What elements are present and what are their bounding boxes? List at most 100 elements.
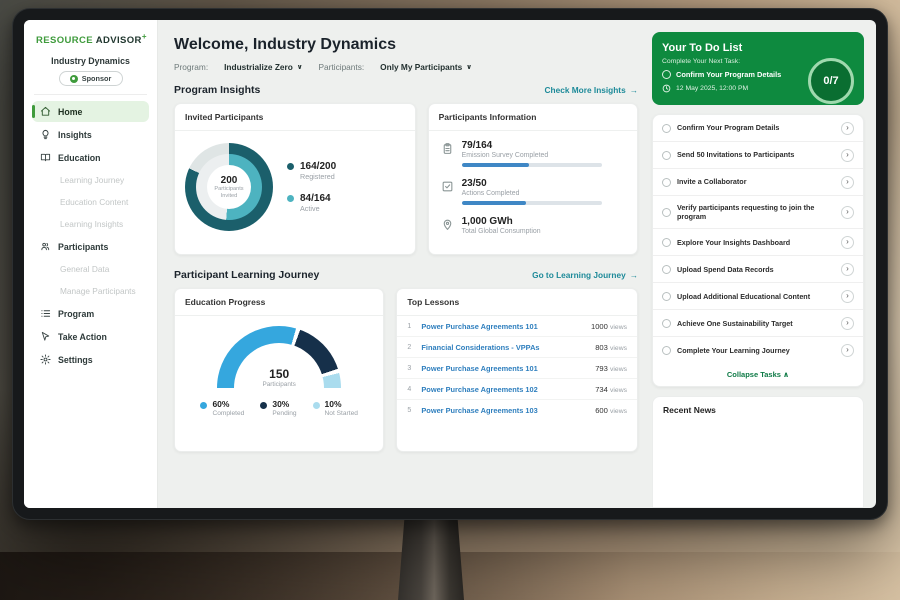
task-checkbox[interactable] <box>662 208 671 217</box>
lesson-title-link[interactable]: Power Purchase Agreements 101 <box>421 322 584 331</box>
section-title: Participant Learning Journey <box>174 269 319 281</box>
task-label: Upload Additional Educational Content <box>677 292 835 302</box>
gear-icon <box>40 354 51 365</box>
checkbox-circle-icon[interactable] <box>662 70 671 79</box>
sidebar-item-learning-insights[interactable]: Learning Insights <box>32 214 149 234</box>
actions-icon <box>441 180 454 193</box>
task-row[interactable]: Upload Additional Educational Content › <box>653 283 863 310</box>
task-label: Complete Your Learning Journey <box>677 346 835 356</box>
task-label: Upload Spend Data Records <box>677 265 835 275</box>
chevron-right-icon[interactable]: › <box>841 344 854 357</box>
sponsor-label: Sponsor <box>82 74 112 83</box>
legend-label: Pending <box>272 410 296 417</box>
legend-value: 84/164 <box>300 193 331 204</box>
legend-label: Completed <box>212 410 244 417</box>
lesson-row[interactable]: 3 Power Purchase Agreements 101 793 view… <box>397 358 637 379</box>
program-select[interactable]: Industrialize Zero ∨ <box>224 62 302 72</box>
lesson-row[interactable]: 5 Power Purchase Agreements 103 600 view… <box>397 400 637 420</box>
task-checkbox[interactable] <box>662 319 671 328</box>
task-row[interactable]: Achieve One Sustainability Target › <box>653 310 863 337</box>
task-row[interactable]: Explore Your Insights Dashboard › <box>653 229 863 256</box>
sidebar-item-settings[interactable]: Settings <box>32 349 149 370</box>
chevron-right-icon[interactable]: › <box>841 176 854 189</box>
todo-next-task-label: Confirm Your Program Details <box>676 70 781 79</box>
sidebar-item-education[interactable]: Education <box>32 147 149 168</box>
participants-filter-label: Participants: <box>319 62 365 72</box>
sidebar-item-home[interactable]: Home <box>32 101 149 122</box>
top-lessons-card: Top Lessons 1 Power Purchase Agreements … <box>396 288 638 452</box>
chevron-right-icon[interactable]: › <box>841 122 854 135</box>
sidebar: RESOURCE ADVISOR+ Industry Dynamics Spon… <box>24 20 158 508</box>
task-row[interactable]: Upload Spend Data Records › <box>653 256 863 283</box>
lesson-title-link[interactable]: Financial Considerations - VPPAs <box>421 343 588 352</box>
sidebar-item-learning-journey[interactable]: Learning Journey <box>32 170 149 190</box>
education-gauge-chart: 150 Participants <box>217 326 341 388</box>
legend-dot <box>287 163 294 170</box>
sidebar-item-education-content[interactable]: Education Content <box>32 192 149 212</box>
sidebar-item-label: Participants <box>58 242 108 252</box>
sidebar-item-label: General Data <box>60 264 109 274</box>
todo-column: Your To Do List Complete Your Next Task:… <box>652 32 864 508</box>
sponsor-badge[interactable]: Sponsor <box>59 71 123 86</box>
stat-actions-completed: 23/50 Actions Completed <box>441 178 625 205</box>
org-name: Industry Dynamics <box>32 56 149 66</box>
task-checkbox[interactable] <box>662 151 671 160</box>
invited-card-body: 200 Participants Invited 164/200 <box>175 131 415 243</box>
lesson-row[interactable]: 1 Power Purchase Agreements 101 1000 vie… <box>397 316 637 337</box>
chevron-right-icon[interactable]: › <box>841 290 854 303</box>
legend-value: 60% <box>212 400 244 410</box>
link-label: Go to Learning Journey <box>532 270 626 280</box>
lesson-title-link[interactable]: Power Purchase Agreements 102 <box>421 385 588 394</box>
todo-summary-card: Your To Do List Complete Your Next Task:… <box>652 32 864 105</box>
lesson-title-link[interactable]: Power Purchase Agreements 101 <box>421 364 588 373</box>
sidebar-item-general-data[interactable]: General Data <box>32 259 149 279</box>
task-row[interactable]: Confirm Your Program Details › <box>653 115 863 142</box>
sidebar-item-program[interactable]: Program <box>32 303 149 324</box>
lesson-row[interactable]: 2 Financial Considerations - VPPAs 803 v… <box>397 337 637 358</box>
chevron-right-icon[interactable]: › <box>841 263 854 276</box>
chevron-right-icon[interactable]: › <box>841 206 854 219</box>
card-title: Participants Information <box>429 104 637 131</box>
go-to-learning-journey-link[interactable]: Go to Learning Journey → <box>532 270 638 280</box>
task-label: Invite a Collaborator <box>677 177 835 187</box>
card-title: Top Lessons <box>397 289 637 316</box>
participants-information-card: Participants Information 79/164 Emission… <box>428 103 638 255</box>
todo-next-task[interactable]: Confirm Your Program Details <box>662 70 802 79</box>
chevron-right-icon[interactable]: › <box>841 317 854 330</box>
sidebar-item-take-action[interactable]: Take Action <box>32 326 149 347</box>
lesson-title-link[interactable]: Power Purchase Agreements 103 <box>421 406 588 415</box>
task-checkbox[interactable] <box>662 265 671 274</box>
sidebar-item-manage-participants[interactable]: Manage Participants <box>32 281 149 301</box>
learning-card-row: Education Progress 150 Participants <box>174 288 638 452</box>
views-suffix: views <box>610 345 627 352</box>
sidebar-item-participants[interactable]: Participants <box>32 236 149 257</box>
collapse-tasks-link[interactable]: Collapse Tasks ∧ <box>653 363 863 386</box>
task-checkbox[interactable] <box>662 292 671 301</box>
check-more-insights-link[interactable]: Check More Insights → <box>545 85 638 95</box>
participants-select[interactable]: Only My Participants ∨ <box>380 62 472 72</box>
gauge-center-label: Participants <box>262 381 295 388</box>
task-checkbox[interactable] <box>662 346 671 355</box>
legend-item-active: 84/164 Active <box>287 193 336 213</box>
lesson-views: 803 <box>595 343 608 352</box>
task-row[interactable]: Complete Your Learning Journey › <box>653 337 863 363</box>
task-row[interactable]: Send 50 Invitations to Participants › <box>653 142 863 169</box>
chevron-right-icon[interactable]: › <box>841 236 854 249</box>
task-checkbox[interactable] <box>662 124 671 133</box>
task-row[interactable]: Verify participants requesting to join t… <box>653 196 863 229</box>
education-card-body: 150 Participants 60% C <box>175 316 383 427</box>
learning-journey-header: Participant Learning Journey Go to Learn… <box>174 269 638 281</box>
lesson-rank: 3 <box>407 365 414 372</box>
chevron-down-icon: ∨ <box>297 63 303 71</box>
legend-value: 10% <box>325 400 358 410</box>
lesson-row[interactable]: 4 Power Purchase Agreements 102 734 view… <box>397 379 637 400</box>
lesson-views: 1000 <box>591 322 608 331</box>
stat-label: Actions Completed <box>462 190 602 197</box>
todo-progress-badge: 0/7 <box>808 58 854 104</box>
task-checkbox[interactable] <box>662 238 671 247</box>
task-row[interactable]: Invite a Collaborator › <box>653 169 863 196</box>
task-checkbox[interactable] <box>662 178 671 187</box>
sidebar-item-insights[interactable]: Insights <box>32 124 149 145</box>
chevron-right-icon[interactable]: › <box>841 149 854 162</box>
content-area: Welcome, Industry Dynamics Program: Indu… <box>158 20 876 508</box>
